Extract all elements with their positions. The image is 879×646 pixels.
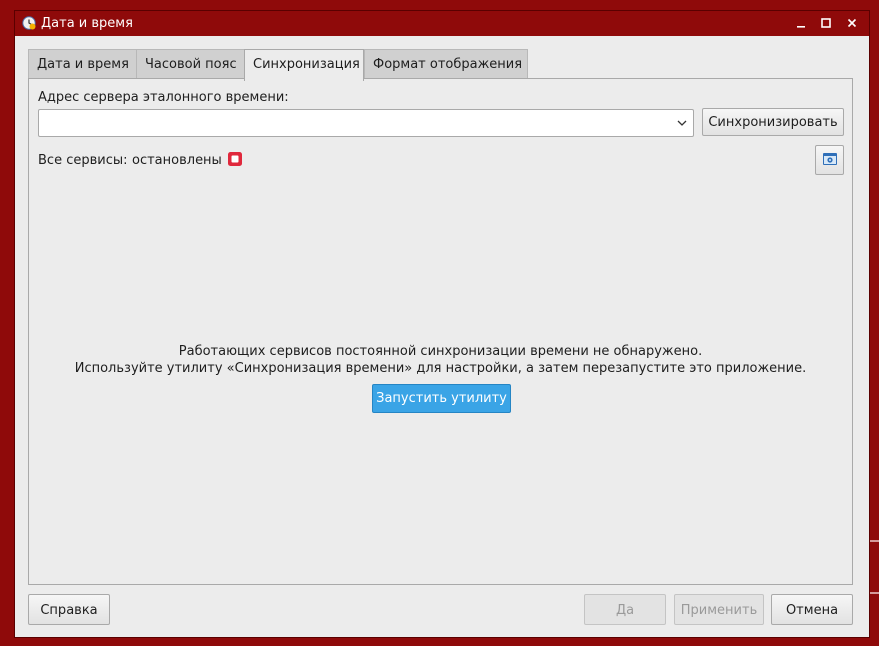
server-address-combobox[interactable] [38,109,694,137]
window-title: Дата и время [41,16,133,31]
minimize-icon [797,26,805,28]
ok-button[interactable]: Да [584,594,666,625]
title-bar[interactable]: Дата и время [15,11,869,36]
chevron-down-icon[interactable] [675,116,689,130]
tab-display-format[interactable]: Формат отображения [364,49,528,79]
services-status-label: Все сервисы: [38,153,128,168]
apply-button[interactable]: Применить [674,594,764,625]
maximize-button[interactable] [816,14,836,33]
tab-timezone[interactable]: Часовой пояс [136,49,246,79]
maximize-icon [821,18,831,28]
services-status-value: остановлены [132,153,222,168]
no-services-message: Работающих сервисов постоянной синхрониз… [178,344,703,359]
tab-date-time[interactable]: Дата и время [28,49,138,79]
date-time-window: Дата и время Дата и время Часовой пояс С… [14,10,870,638]
close-icon [847,18,857,28]
minimize-button[interactable] [791,14,811,33]
help-button[interactable]: Справка [28,594,110,625]
settings-window-icon [822,153,837,165]
close-button[interactable] [842,14,862,33]
tab-sync[interactable]: Синхронизация [244,49,364,81]
sync-panel: Адрес сервера эталонного времени: Синхро… [28,78,853,585]
synchronize-button[interactable]: Синхронизировать [702,108,844,136]
cancel-button[interactable]: Отмена [771,594,853,625]
run-utility-button[interactable]: Запустить утилиту [372,384,511,413]
server-address-label: Адрес сервера эталонного времени: [38,90,289,105]
service-settings-button[interactable] [815,145,844,175]
instruction-message: Используйте утилиту «Синхронизация време… [74,361,807,376]
server-address-input[interactable] [39,110,671,134]
stopped-square-icon [228,152,242,166]
clock-app-icon [22,16,36,30]
